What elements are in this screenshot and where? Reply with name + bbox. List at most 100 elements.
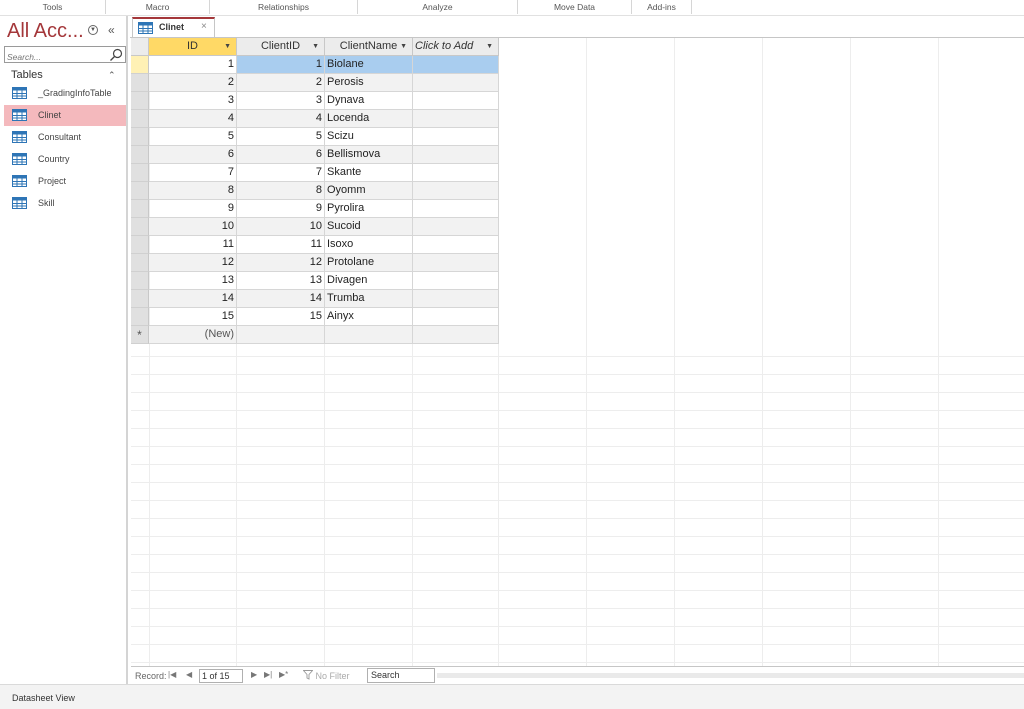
cell-id[interactable]: 9 — [149, 200, 237, 218]
nav-pane-title[interactable]: All Acc... — [7, 20, 84, 43]
dropdown-arrow-icon[interactable]: ▼ — [224, 38, 231, 55]
cell-clientid[interactable]: 12 — [237, 254, 325, 272]
table-row[interactable]: 8 8 Oyomm — [131, 182, 499, 200]
record-selector[interactable] — [131, 254, 149, 272]
cell-clientname[interactable] — [325, 326, 413, 344]
cell-click-to-add[interactable] — [413, 290, 499, 308]
cell-clientid[interactable]: 5 — [237, 128, 325, 146]
dropdown-arrow-icon[interactable]: ▼ — [312, 38, 319, 55]
new-record-row[interactable]: * (New) — [131, 326, 499, 344]
cell-clientname[interactable]: Sucoid — [325, 218, 413, 236]
select-all-corner[interactable] — [131, 38, 149, 56]
collapse-pane-icon[interactable]: « — [108, 23, 115, 37]
cell-clientname[interactable]: Perosis — [325, 74, 413, 92]
cell-clientname[interactable]: Skante — [325, 164, 413, 182]
cell-id[interactable]: 7 — [149, 164, 237, 182]
cell-clientid[interactable]: 2 — [237, 74, 325, 92]
cell-click-to-add[interactable] — [413, 308, 499, 326]
cell-click-to-add[interactable] — [413, 128, 499, 146]
cell-id[interactable]: 12 — [149, 254, 237, 272]
cell-clientid[interactable]: 15 — [237, 308, 325, 326]
cell-clientname[interactable]: Protolane — [325, 254, 413, 272]
cell-click-to-add[interactable] — [413, 218, 499, 236]
column-header-clientname[interactable]: ClientName ▼ — [325, 38, 413, 56]
record-selector[interactable] — [131, 182, 149, 200]
cell-clientname[interactable]: Pyrolira — [325, 200, 413, 218]
cell-clientname[interactable]: Divagen — [325, 272, 413, 290]
record-selector[interactable] — [131, 308, 149, 326]
cell-clientid[interactable]: 10 — [237, 218, 325, 236]
cell-click-to-add[interactable] — [413, 92, 499, 110]
no-filter-button[interactable]: No Filter — [303, 670, 350, 681]
record-selector[interactable] — [131, 236, 149, 254]
table-row[interactable]: 9 9 Pyrolira — [131, 200, 499, 218]
cell-click-to-add[interactable] — [413, 56, 499, 74]
next-record-button[interactable]: ▶ — [251, 670, 257, 679]
first-record-button[interactable]: |◀ — [168, 670, 176, 679]
cell-clientid[interactable]: 9 — [237, 200, 325, 218]
record-selector[interactable] — [131, 272, 149, 290]
datasheet-search-input[interactable]: Search — [367, 668, 435, 683]
nav-dropdown-icon[interactable]: ▼ — [88, 25, 98, 35]
nav-item-country[interactable]: Country — [4, 149, 126, 170]
cell-id[interactable]: 13 — [149, 272, 237, 290]
new-record-button[interactable]: ▶* — [279, 670, 288, 679]
nav-item-gradinginfotable[interactable]: _GradingInfoTable — [4, 83, 126, 104]
record-selector[interactable] — [131, 74, 149, 92]
nav-search-input[interactable] — [5, 49, 105, 65]
cell-click-to-add[interactable] — [413, 182, 499, 200]
nav-item-clinet[interactable]: Clinet — [4, 105, 126, 126]
cell-clientname[interactable]: Locenda — [325, 110, 413, 128]
cell-click-to-add[interactable] — [413, 74, 499, 92]
record-selector[interactable] — [131, 200, 149, 218]
cell-id[interactable]: 5 — [149, 128, 237, 146]
column-header-clientid[interactable]: ClientID ▼ — [237, 38, 325, 56]
horizontal-scrollbar[interactable] — [437, 673, 1024, 678]
nav-group-tables[interactable]: Tables — [11, 69, 43, 81]
cell-clientid[interactable]: 4 — [237, 110, 325, 128]
nav-item-skill[interactable]: Skill — [4, 193, 126, 214]
cell-id[interactable]: 10 — [149, 218, 237, 236]
cell-click-to-add[interactable] — [413, 164, 499, 182]
table-row[interactable]: 10 10 Sucoid — [131, 218, 499, 236]
record-selector[interactable] — [131, 56, 149, 74]
cell-id[interactable]: 11 — [149, 236, 237, 254]
nav-item-project[interactable]: Project — [4, 171, 126, 192]
table-row[interactable]: 6 6 Bellismova — [131, 146, 499, 164]
record-selector[interactable] — [131, 110, 149, 128]
record-selector[interactable] — [131, 218, 149, 236]
cell-clientname[interactable]: Isoxo — [325, 236, 413, 254]
cell-clientid[interactable]: 8 — [237, 182, 325, 200]
cell-click-to-add[interactable] — [413, 272, 499, 290]
cell-id[interactable]: 14 — [149, 290, 237, 308]
cell-clientname[interactable]: Dynava — [325, 92, 413, 110]
cell-id[interactable]: 8 — [149, 182, 237, 200]
last-record-button[interactable]: ▶| — [264, 670, 272, 679]
cell-id[interactable]: 2 — [149, 74, 237, 92]
cell-clientname[interactable]: Bellismova — [325, 146, 413, 164]
dropdown-arrow-icon[interactable]: ▼ — [400, 38, 407, 55]
current-record-field[interactable]: 1 of 15 — [199, 669, 243, 683]
dropdown-arrow-icon[interactable]: ▼ — [486, 38, 493, 55]
chevron-up-icon[interactable]: ⌃ — [108, 70, 116, 81]
cell-clientid[interactable]: 3 — [237, 92, 325, 110]
cell-id[interactable]: 3 — [149, 92, 237, 110]
record-selector[interactable] — [131, 128, 149, 146]
table-row[interactable]: 1 1 Biolane — [131, 56, 499, 74]
table-row[interactable]: 13 13 Divagen — [131, 272, 499, 290]
cell-clientname[interactable]: Trumba — [325, 290, 413, 308]
previous-record-button[interactable]: ◀ — [186, 670, 192, 679]
cell-click-to-add[interactable] — [413, 326, 499, 344]
cell-clientid[interactable]: 7 — [237, 164, 325, 182]
cell-id-new[interactable]: (New) — [149, 326, 237, 344]
cell-id[interactable]: 4 — [149, 110, 237, 128]
cell-id[interactable]: 15 — [149, 308, 237, 326]
record-selector[interactable] — [131, 164, 149, 182]
cell-clientid[interactable]: 13 — [237, 272, 325, 290]
cell-click-to-add[interactable] — [413, 110, 499, 128]
table-row[interactable]: 7 7 Skante — [131, 164, 499, 182]
cell-clientid[interactable] — [237, 326, 325, 344]
cell-id[interactable]: 6 — [149, 146, 237, 164]
cell-click-to-add[interactable] — [413, 236, 499, 254]
table-row[interactable]: 12 12 Protolane — [131, 254, 499, 272]
